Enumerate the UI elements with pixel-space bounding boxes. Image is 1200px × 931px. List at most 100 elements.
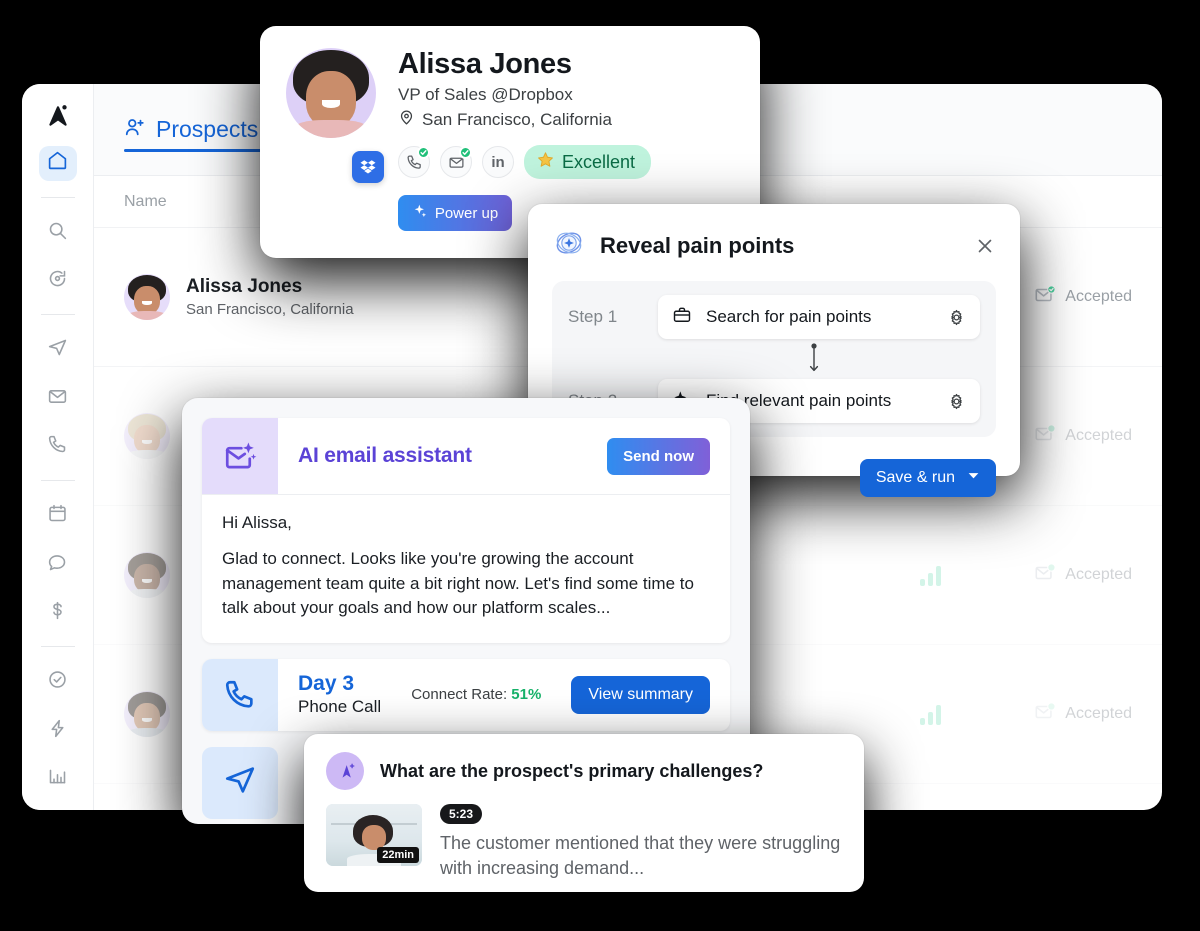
sidebar-item-deals[interactable] xyxy=(39,596,77,630)
insight-question: What are the prospect's primary challeng… xyxy=(380,760,764,781)
view-summary-button[interactable]: View summary xyxy=(571,675,710,714)
sequence-step-call[interactable]: Day 3 Phone Call Connect Rate: 51% View … xyxy=(202,658,730,731)
verified-tick-icon xyxy=(459,146,472,159)
mail-sparkle-icon xyxy=(202,418,278,494)
gear-icon[interactable] xyxy=(947,308,966,327)
phone-icon xyxy=(47,434,68,460)
mail-verified-icon[interactable] xyxy=(440,146,472,178)
search-icon xyxy=(47,220,68,246)
sequence-step-send[interactable] xyxy=(202,746,278,819)
sparkle-icon xyxy=(412,203,428,223)
step-1-label: Step 1 xyxy=(568,307,618,326)
sidebar-item-tasks[interactable] xyxy=(39,665,77,699)
sidebar-item-sync[interactable] xyxy=(39,264,77,298)
sidebar-item-calendar[interactable] xyxy=(39,499,77,533)
sidebar-item-home[interactable] xyxy=(38,146,77,181)
profile-role: VP of Sales @Dropbox xyxy=(398,85,573,104)
row-status-label: Accepted xyxy=(1065,427,1132,444)
map-pin-icon xyxy=(398,109,415,131)
row-status-label: Accepted xyxy=(1065,705,1132,722)
row-score-bars xyxy=(919,564,1035,586)
avatar xyxy=(124,274,170,320)
power-up-button[interactable]: Power up xyxy=(398,195,512,231)
profile-location: San Francisco, California xyxy=(398,109,734,131)
row-prospect-location: San Francisco, California xyxy=(186,301,354,318)
connect-rate-label: Connect Rate: xyxy=(411,686,508,704)
save-and-run-button[interactable]: Save & run xyxy=(859,459,996,497)
send-now-label: Send now xyxy=(623,447,694,465)
profile-location-label: San Francisco, California xyxy=(422,110,612,129)
sidebar-item-email[interactable] xyxy=(39,381,77,415)
row-score-bars xyxy=(919,703,1035,725)
user-plus-icon xyxy=(124,116,146,144)
mockup-stage: Prospects Tasks Alerts Name xyxy=(0,0,1200,931)
verified-tick-icon xyxy=(417,146,430,159)
sequence-type: Phone Call xyxy=(298,697,382,717)
briefcase-icon xyxy=(672,305,692,330)
mail-check-icon xyxy=(1034,562,1056,589)
sidebar-divider-1 xyxy=(40,196,75,198)
sidebar xyxy=(22,84,94,810)
row-name-cell: Alissa Jones San Francisco, California xyxy=(186,276,547,318)
workflow-step-1: Step 1 Search for pain points xyxy=(568,295,980,339)
ai-assistant-icon xyxy=(326,752,364,790)
row-status-label: Accepted xyxy=(1065,566,1132,583)
step-1-action[interactable]: Search for pain points xyxy=(658,295,980,339)
phone-verified-icon[interactable] xyxy=(398,146,430,178)
avatar xyxy=(124,413,170,459)
sidebar-item-automations[interactable] xyxy=(39,713,77,747)
insight-text: The customer mentioned that they were st… xyxy=(440,833,841,879)
avatar xyxy=(286,48,376,138)
row-prospect-name: Alissa Jones xyxy=(186,276,303,297)
email-body: Glad to connect. Looks like you're growi… xyxy=(222,549,694,618)
send-now-button[interactable]: Send now xyxy=(607,437,710,475)
sidebar-item-search[interactable] xyxy=(39,215,77,249)
connect-rate-metric: Connect Rate: 51% xyxy=(399,686,553,703)
sidebar-item-chat[interactable] xyxy=(39,547,77,581)
email-assistant-title: AI email assistant xyxy=(298,444,472,467)
tab-prospects-label: Prospects xyxy=(156,116,259,142)
brand-logo-icon[interactable] xyxy=(38,98,78,134)
linkedin-label: in xyxy=(491,153,505,171)
power-up-label: Power up xyxy=(434,204,499,222)
sidebar-item-calls[interactable] xyxy=(39,430,77,464)
send-icon xyxy=(47,337,68,363)
sidebar-item-analytics[interactable] xyxy=(39,762,77,796)
recording-duration: 22min xyxy=(377,847,419,863)
email-draft-block: AI email assistant Send now Hi Alissa, G… xyxy=(202,418,730,643)
timestamp-badge[interactable]: 5:23 xyxy=(440,804,483,824)
save-and-run-label: Save & run xyxy=(875,469,955,486)
sequence-day: Day 3 xyxy=(298,672,355,696)
dropbox-icon xyxy=(352,151,384,183)
caret-down-icon xyxy=(967,469,980,487)
mail-check-icon xyxy=(1034,423,1056,450)
linkedin-icon[interactable]: in xyxy=(482,146,514,178)
sidebar-divider-3 xyxy=(40,480,75,482)
gear-icon[interactable] xyxy=(947,392,966,411)
home-icon xyxy=(47,150,68,176)
chat-icon xyxy=(47,552,68,578)
arrow-down-icon xyxy=(568,339,980,379)
star-icon xyxy=(536,150,555,174)
mail-check-icon xyxy=(1034,701,1056,728)
avatar xyxy=(124,552,170,598)
mail-icon xyxy=(47,386,68,412)
phone-icon xyxy=(202,658,278,731)
connect-rate-value: 51% xyxy=(511,686,542,704)
sync-icon xyxy=(47,268,68,294)
profile-contact-chips: in Excellent xyxy=(398,145,734,179)
dollar-icon xyxy=(47,600,68,626)
profile-avatar-wrap xyxy=(286,48,384,183)
call-recording-thumbnail[interactable]: 22min xyxy=(326,804,422,866)
row-status: Accepted xyxy=(1034,284,1132,311)
bar-chart-icon xyxy=(47,766,68,792)
close-icon[interactable] xyxy=(974,235,996,257)
row-status-label: Accepted xyxy=(1065,288,1132,305)
sidebar-divider-2 xyxy=(40,314,75,316)
row-status: Accepted xyxy=(1034,701,1132,728)
panel-title: Reveal pain points xyxy=(600,232,795,258)
sidebar-divider-4 xyxy=(40,646,75,648)
status-badge-label: Excellent xyxy=(562,151,636,172)
email-greeting: Hi Alissa, xyxy=(222,513,292,532)
sidebar-item-sequences[interactable] xyxy=(39,333,77,367)
